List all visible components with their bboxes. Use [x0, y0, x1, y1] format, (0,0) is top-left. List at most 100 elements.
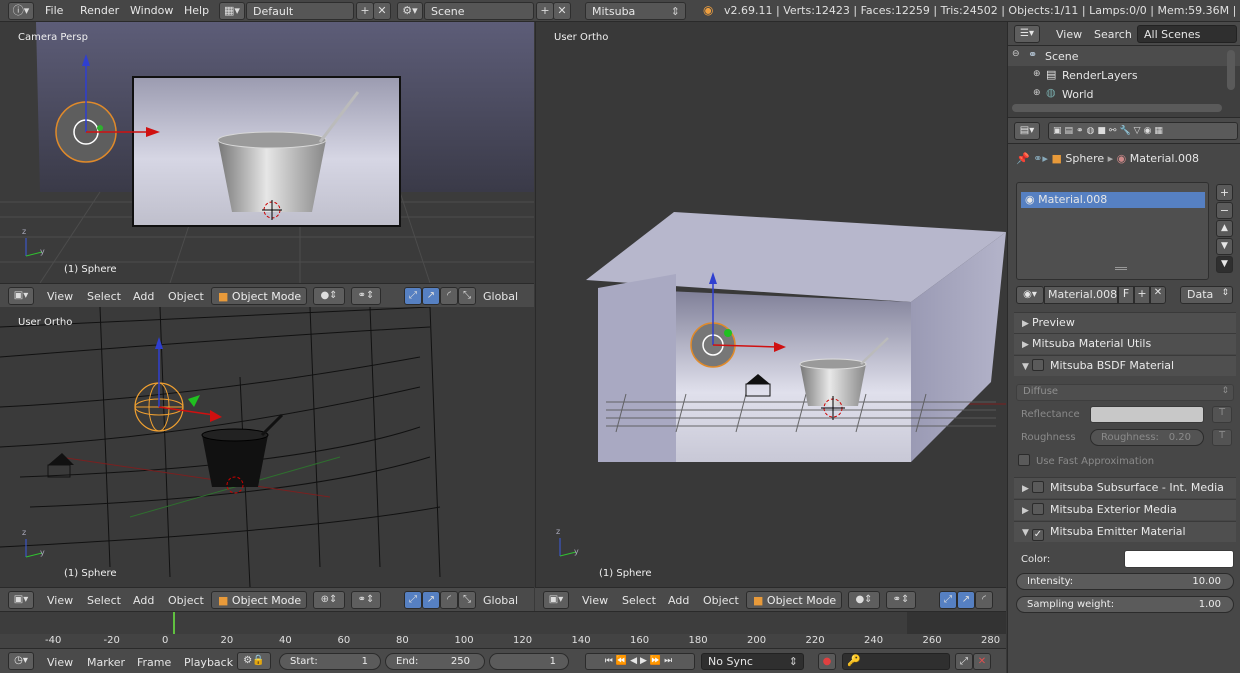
material-slot-list[interactable]: ◉ Material.008 — [1016, 182, 1209, 280]
outliner[interactable]: ☰▾ View Search All Scenes ⊖ ⚭ Scene ⊕ ▤ … — [1007, 22, 1240, 117]
viewport-user-ortho-left[interactable]: z y User Ortho (1) Sphere — [0, 307, 534, 587]
menu-view[interactable]: View — [582, 594, 608, 607]
mode-dropdown[interactable]: ■ Object Mode — [211, 287, 307, 305]
outliner-item-renderlayers[interactable]: ⊕ ▤ RenderLayers — [1008, 66, 1240, 85]
exterior-checkbox[interactable] — [1032, 503, 1044, 515]
editor-type-outliner-icon[interactable]: ☰▾ — [1014, 25, 1040, 43]
start-frame-field[interactable]: Start: 1 — [279, 653, 381, 670]
expand-icon[interactable]: ⊕ — [1033, 69, 1041, 79]
menu-add[interactable]: Add — [668, 594, 689, 607]
scale-icon[interactable]: ⤡ — [458, 591, 476, 609]
current-frame-field[interactable]: 1 — [489, 653, 569, 670]
editor-type-timeline-icon[interactable]: ◷▾ — [8, 652, 34, 670]
render-engine-dropdown[interactable]: Mitsuba ⇕ — [585, 2, 686, 20]
bsdf-enabled-checkbox[interactable] — [1032, 359, 1044, 371]
menu-render[interactable]: Render — [80, 4, 119, 17]
specials-menu-icon[interactable]: ▼ — [1216, 256, 1233, 273]
screen-layout-icon[interactable]: ▦▾ — [219, 2, 245, 20]
panel-material-utils[interactable]: ▶ Mitsuba Material Utils — [1014, 333, 1236, 354]
add-scene-button[interactable]: + — [536, 2, 554, 20]
add-layout-button[interactable]: + — [356, 2, 374, 20]
bsdf-type-dropdown[interactable]: Diffuse ⇕ — [1016, 384, 1234, 401]
menu-view[interactable]: View — [47, 656, 73, 669]
panel-subsurface[interactable]: ▶ Mitsuba Subsurface - Int. Media — [1014, 477, 1236, 498]
menu-add[interactable]: Add — [133, 594, 154, 607]
emitter-color-swatch[interactable] — [1124, 550, 1234, 568]
sync-dropdown[interactable]: No Sync ⇕ — [701, 653, 804, 670]
fast-approx-checkbox[interactable] — [1018, 454, 1030, 466]
orientation-dropdown[interactable]: Global — [483, 594, 518, 607]
fast-approx-row[interactable]: Use Fast Approximation — [1018, 454, 1154, 467]
editor-type-3dview-icon[interactable]: ▣▾ — [543, 591, 569, 609]
keying-lock-icon[interactable]: ⚙🔒 — [237, 652, 271, 670]
menu-object[interactable]: Object — [168, 594, 204, 607]
material-name-field[interactable]: Material.008 — [1044, 286, 1118, 304]
rotate-icon[interactable]: ◜ — [440, 287, 458, 305]
roughness-texture-button[interactable]: T — [1212, 429, 1232, 446]
add-slot-button[interactable]: + — [1216, 184, 1233, 201]
manipulator-icon[interactable]: ⤢ — [404, 287, 422, 305]
editor-type-info-icon[interactable]: ⓘ▾ — [8, 2, 34, 20]
delete-keyframe-icon[interactable]: ✕ — [973, 653, 991, 670]
menu-file[interactable]: File — [45, 4, 63, 17]
properties-editor[interactable]: ▤▾ ▣▤⚭◍■⚯🔧▽◉▦ 📌 ⚭▸ ■ Sphere ▸ ◉ Material… — [1007, 117, 1240, 673]
menu-marker[interactable]: Marker — [87, 656, 125, 669]
editor-type-3dview-icon[interactable]: ▣▾ — [8, 287, 34, 305]
rotate-icon[interactable]: ◜ — [975, 591, 993, 609]
translate-icon[interactable]: ↗ — [957, 591, 975, 609]
display-mode-dropdown[interactable]: All Scenes — [1137, 25, 1237, 43]
intensity-slider[interactable]: Intensity: 10.00 — [1016, 573, 1234, 590]
reflectance-texture-button[interactable]: T — [1212, 406, 1232, 423]
menu-select[interactable]: Select — [87, 594, 121, 607]
current-frame-marker[interactable] — [173, 612, 175, 634]
expand-icon[interactable]: ⊕ — [1033, 88, 1041, 98]
viewport-user-ortho-right[interactable]: z y User Ortho (1) Sphere — [535, 22, 1006, 587]
keying-set-field[interactable]: 🔑 — [842, 653, 950, 670]
menu-object[interactable]: Object — [703, 594, 739, 607]
editor-type-properties-icon[interactable]: ▤▾ — [1014, 122, 1040, 140]
panel-preview[interactable]: ▶ Preview — [1014, 312, 1236, 333]
screen-layout-field[interactable]: Default — [246, 2, 354, 20]
collapse-icon[interactable]: ⊖ — [1012, 49, 1020, 59]
menu-object[interactable]: Object — [168, 290, 204, 303]
reflectance-color-swatch[interactable] — [1090, 406, 1204, 423]
pin-icon[interactable]: 📌 — [1016, 152, 1030, 165]
panel-exterior-media[interactable]: ▶ Mitsuba Exterior Media — [1014, 499, 1236, 520]
pivot-icon[interactable]: ⚭⇕ — [351, 591, 381, 609]
scale-icon[interactable]: ⤡ — [458, 287, 476, 305]
scene-field[interactable]: Scene — [424, 2, 534, 20]
fake-user-button[interactable]: F — [1118, 286, 1134, 304]
sampling-weight-slider[interactable]: Sampling weight: 1.00 — [1016, 596, 1234, 613]
remove-slot-button[interactable]: − — [1216, 202, 1233, 219]
remove-scene-button[interactable]: ✕ — [553, 2, 571, 20]
material-browse-icon[interactable]: ◉▾ — [1016, 286, 1044, 304]
emitter-enabled-checkbox[interactable]: ✓ — [1032, 529, 1044, 541]
orientation-dropdown[interactable]: Global — [483, 290, 518, 303]
menu-view[interactable]: View — [47, 290, 73, 303]
menu-playback[interactable]: Playback — [184, 656, 233, 669]
menu-frame[interactable]: Frame — [137, 656, 171, 669]
editor-type-3dview-icon[interactable]: ▣▾ — [8, 591, 34, 609]
manipulator-icon[interactable]: ⤢ — [939, 591, 957, 609]
unlink-material-button[interactable]: ✕ — [1150, 286, 1166, 304]
menu-select[interactable]: Select — [87, 290, 121, 303]
mode-dropdown[interactable]: ■ Object Mode — [211, 591, 307, 609]
menu-search[interactable]: Search — [1094, 28, 1132, 41]
move-up-icon[interactable]: ▲ — [1216, 220, 1233, 237]
rotate-icon[interactable]: ◜ — [440, 591, 458, 609]
menu-view[interactable]: View — [1056, 28, 1082, 41]
record-icon[interactable]: ● — [818, 653, 836, 670]
menu-view[interactable]: View — [47, 594, 73, 607]
outliner-item-scene[interactable]: ⊖ ⚭ Scene — [1008, 46, 1240, 66]
menu-help[interactable]: Help — [184, 4, 209, 17]
properties-context-tabs[interactable]: ▣▤⚭◍■⚯🔧▽◉▦ — [1048, 122, 1238, 140]
roughness-slider[interactable]: Roughness: 0.20 — [1090, 429, 1204, 446]
panel-emitter-material[interactable]: ▼ ✓ Mitsuba Emitter Material — [1014, 521, 1236, 542]
manipulator-icon[interactable]: ⤢ — [404, 591, 422, 609]
resize-grip-icon[interactable] — [1115, 267, 1127, 270]
translate-icon[interactable]: ↗ — [422, 591, 440, 609]
playback-controls[interactable]: ⏮⏪◀▶⏩⏭ — [585, 653, 695, 670]
panel-bsdf-material[interactable]: ▼ Mitsuba BSDF Material — [1014, 355, 1236, 376]
insert-keyframe-icon[interactable]: ⤢ — [955, 653, 973, 670]
timeline[interactable]: -40 -20 0 20 40 60 80 100 120 140 160 180 200 220 240 2… — [0, 611, 1006, 648]
